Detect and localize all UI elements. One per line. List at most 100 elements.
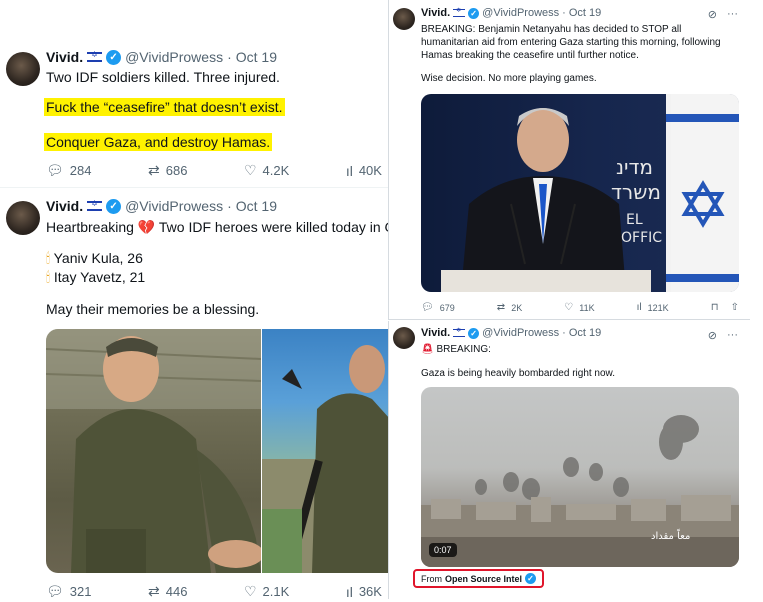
press-conference-figure: מדינ משרד EL OFFIC: [441, 94, 739, 292]
views-icon: ıl: [636, 302, 642, 313]
avatar[interactable]: [393, 327, 415, 349]
like-button[interactable]: ♡ 2.1K: [244, 583, 289, 600]
repost-icon: ⇄: [496, 302, 506, 313]
soldier-name-1: 🕯︎ Yaniv Kula, 26: [46, 250, 143, 266]
reply-button[interactable]: 💬︎ 321: [46, 583, 91, 600]
handle[interactable]: @VividProwess: [125, 198, 223, 214]
backdrop-english-text: OFFIC: [621, 230, 662, 246]
israel-flag-icon: [453, 327, 466, 337]
heart-icon: ♡: [564, 302, 574, 313]
source-attribution[interactable]: From Open Source Intel ✓: [413, 569, 545, 588]
heart-icon: ♡: [243, 162, 257, 178]
candle-icon: 🕯︎: [46, 250, 50, 266]
reply-icon: 💬︎: [46, 583, 64, 599]
display-name[interactable]: Vivid.: [46, 49, 83, 65]
highlighted-text: Fuck the “ceasefire” that doesn’t exist.: [44, 98, 285, 116]
siren-icon: 🚨︎: [421, 344, 434, 355]
soldier-photo-2[interactable]: [262, 329, 390, 573]
like-button[interactable]: ♡ 11K: [564, 302, 594, 313]
repost-icon: ⇄: [148, 583, 160, 599]
reply-button[interactable]: 💬︎ 284: [46, 162, 91, 179]
tweet-text-body: BREAKING: Benjamin Netanyahu has decided…: [421, 24, 721, 61]
verified-badge-icon: ✓: [468, 7, 480, 19]
more-icon[interactable]: ···: [727, 329, 738, 342]
verified-badge-icon: ✓: [468, 327, 480, 339]
views-icon: ıl: [345, 162, 353, 179]
tweet-text-line-2: Wise decision. No more playing games.: [421, 73, 597, 84]
timestamp[interactable]: Oct 19: [569, 327, 601, 339]
tweet-2[interactable]: Vivid. ✓ @VividProwess · Oct 19 Heartbre…: [0, 189, 422, 602]
like-button[interactable]: ♡ 4.2K: [244, 162, 289, 179]
more-icon[interactable]: ···: [727, 8, 738, 21]
israel-flag-icon: [87, 50, 103, 62]
verified-badge-icon: ✓: [106, 49, 122, 65]
views-button[interactable]: ıl 40K: [346, 162, 382, 179]
tweet-header: Vivid. ✓ @VividProwess · Oct 19: [421, 7, 601, 19]
verified-badge-icon: ✓: [525, 573, 537, 584]
reply-icon: 💬︎: [421, 302, 434, 313]
tweet-header: Vivid. ✓ @VividProwess · Oct 19: [46, 49, 277, 65]
tweet-text-line-3: Conquer Gaza, and destroy Hamas.: [44, 133, 273, 152]
soldier-1-figure: [46, 329, 261, 573]
reply-icon: 💬︎: [46, 162, 64, 178]
reply-button[interactable]: 💬︎ 679: [421, 302, 455, 313]
tweet-text-line-1: Heartbreaking 💔 Two IDF heroes were kill…: [46, 219, 422, 235]
handle[interactable]: @VividProwess: [125, 49, 223, 65]
soldier-photo-1[interactable]: [46, 329, 261, 573]
bombardment-video[interactable]: معاً مقداد 0:07: [421, 387, 739, 567]
backdrop-english-text: EL: [626, 212, 643, 228]
israel-flag-icon: [453, 7, 466, 17]
tweet-3[interactable]: Vivid. ✓ @VividProwess · Oct 19 ⊘ ··· BR…: [388, 0, 750, 320]
views-button[interactable]: ıl 121K: [637, 302, 669, 313]
backdrop-hebrew-text: מדינ: [616, 155, 653, 179]
tweet-text-line-1: Two IDF soldiers killed. Three injured.: [46, 69, 280, 85]
backdrop-hebrew-text: משרד: [611, 180, 661, 204]
verified-badge-icon: ✓: [106, 198, 122, 214]
grok-icon[interactable]: ⊘: [708, 329, 717, 342]
timestamp[interactable]: Oct 19: [236, 49, 277, 65]
avatar[interactable]: [6, 52, 40, 86]
bookmark-icon[interactable]: ⊓: [711, 302, 719, 313]
views-button[interactable]: ıl 36K: [346, 583, 382, 600]
soldier-name-2: 🕯︎ Itay Yavetz, 21: [46, 269, 146, 285]
tweet-top-icons: ⊘ ···: [708, 329, 738, 342]
tweet-header: Vivid. ✓ @VividProwess · Oct 19: [46, 198, 277, 214]
display-name[interactable]: Vivid.: [421, 327, 450, 339]
display-name[interactable]: Vivid.: [421, 7, 450, 19]
israel-flag-icon: [87, 199, 103, 211]
timestamp[interactable]: Oct 19: [236, 198, 277, 214]
tweet-actions: 💬︎ 679 ⇄ 2K ♡ 11K ıl 121K ⊓ ⇧: [421, 302, 739, 313]
tweet-top-icons: ⊘ ···: [708, 8, 738, 21]
repost-button[interactable]: ⇄ 686: [148, 162, 187, 179]
breaking-label: 🚨︎ BREAKING:: [421, 344, 491, 355]
share-icon[interactable]: ⇧: [731, 302, 739, 313]
from-label: From: [421, 573, 442, 584]
repost-button[interactable]: ⇄ 446: [148, 583, 187, 600]
repost-button[interactable]: ⇄ 2K: [497, 302, 522, 313]
avatar[interactable]: [6, 201, 40, 235]
tweet-text-line-2: Fuck the “ceasefire” that doesn’t exist.: [44, 98, 285, 117]
video-duration: 0:07: [429, 543, 457, 557]
tweet-text-line-3: May their memories be a blessing.: [46, 301, 260, 317]
tweet-text-body: Gaza is being heavily bombarded right no…: [421, 368, 616, 379]
highlighted-text: Conquer Gaza, and destroy Hamas.: [44, 133, 273, 151]
tweet-1[interactable]: Vivid. ✓ @VividProwess · Oct 19 Two IDF …: [0, 40, 400, 188]
tweet-actions: 💬︎ 321 ⇄ 446 ♡ 2.1K ıl 36K: [46, 583, 382, 600]
tweet-header: Vivid. ✓ @VividProwess · Oct 19: [421, 327, 601, 339]
heart-icon: ♡: [243, 583, 257, 599]
smoke-skyline-figure: معاً مقداد: [421, 415, 739, 567]
repost-icon: ⇄: [148, 162, 160, 178]
display-name[interactable]: Vivid.: [46, 198, 83, 214]
timestamp[interactable]: Oct 19: [569, 7, 601, 19]
candle-icon: 🕯︎: [46, 269, 50, 285]
tweet-actions: 💬︎ 284 ⇄ 686 ♡ 4.2K ıl 40K: [46, 162, 382, 179]
source-name[interactable]: Open Source Intel: [445, 574, 522, 584]
tweet-4[interactable]: Vivid. ✓ @VividProwess · Oct 19 ⊘ ··· 🚨︎…: [388, 321, 750, 599]
avatar[interactable]: [393, 8, 415, 30]
netanyahu-photo[interactable]: מדינ משרד EL OFFIC: [421, 94, 739, 292]
handle[interactable]: @VividProwess: [482, 7, 559, 19]
soldier-2-figure: [262, 345, 390, 573]
grok-icon[interactable]: ⊘: [708, 8, 717, 21]
handle[interactable]: @VividProwess: [482, 327, 559, 339]
views-icon: ıl: [345, 583, 353, 600]
